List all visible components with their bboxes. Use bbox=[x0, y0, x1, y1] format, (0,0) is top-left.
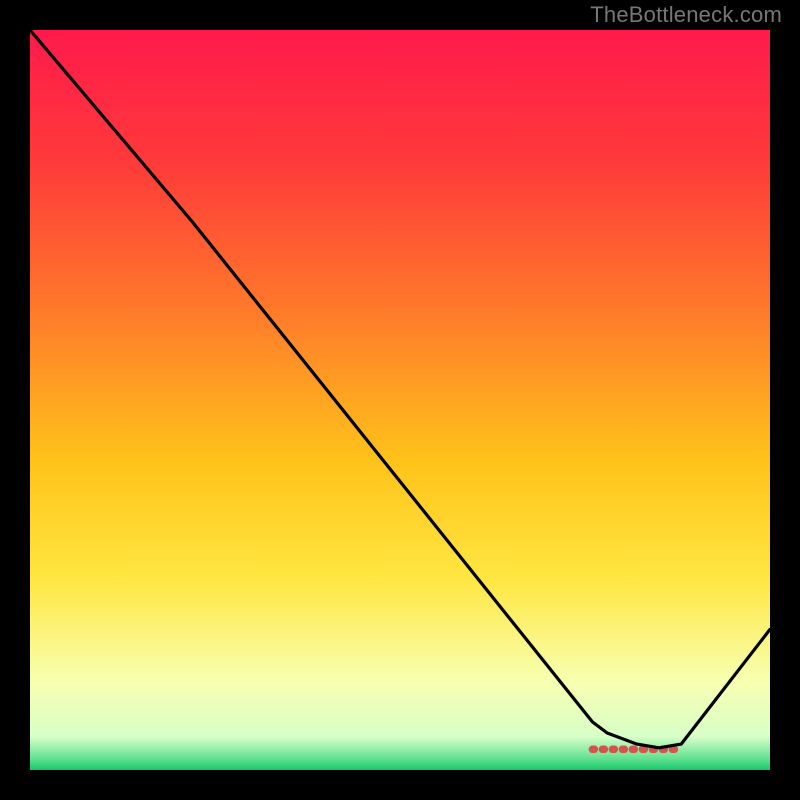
chart-gradient-bg bbox=[30, 30, 770, 770]
chart-svg bbox=[30, 30, 770, 770]
attribution-text: TheBottleneck.com bbox=[590, 2, 782, 28]
chart-stage: TheBottleneck.com bbox=[0, 0, 800, 800]
chart-plot-area bbox=[30, 30, 770, 770]
